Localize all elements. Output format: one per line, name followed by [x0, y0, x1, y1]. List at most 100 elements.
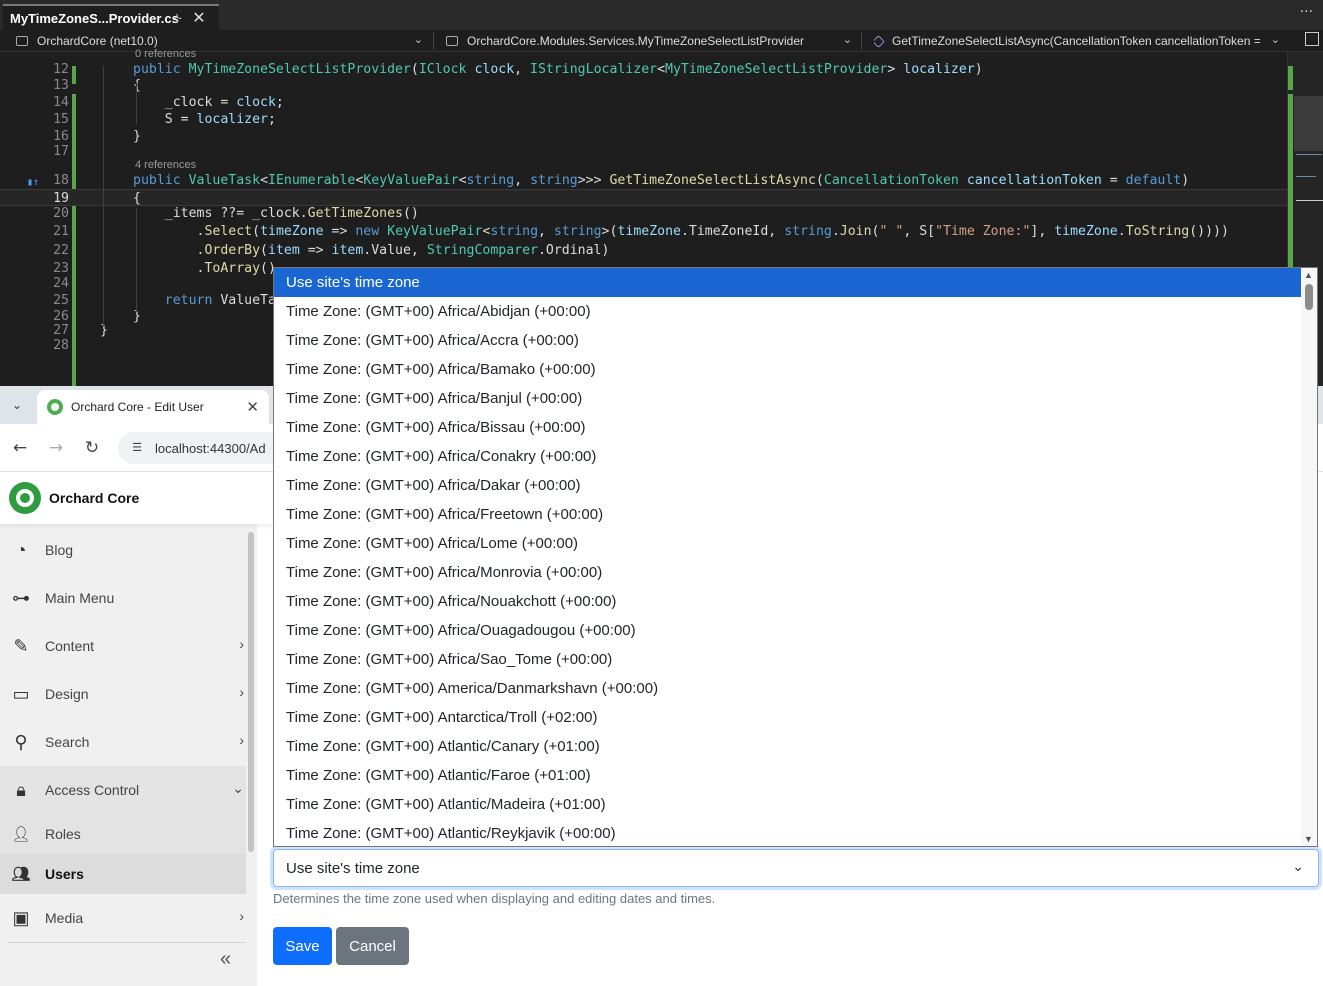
- back-icon[interactable]: ←: [8, 436, 32, 460]
- timezone-option[interactable]: Time Zone: (GMT+00) America/Danmarkshavn…: [274, 674, 1302, 703]
- sidebar-item-main-menu[interactable]: ⊶ Main Menu: [0, 574, 246, 622]
- timezone-option[interactable]: Time Zone: (GMT+00) Africa/Banjul (+00:0…: [274, 384, 1302, 413]
- code-line: 22 .OrderBy(item => item.Value, StringCo…: [53, 243, 610, 258]
- indent-guide: [136, 82, 137, 124]
- ide-tab-file[interactable]: MyTimeZoneS...Provider.cs ⊹ ✕: [3, 4, 219, 30]
- timezone-option[interactable]: Time Zone: (GMT+00) Africa/Ouagadougou (…: [274, 616, 1302, 645]
- codelens-references[interactable]: 4 references: [135, 159, 196, 171]
- chevron-right-icon: ›: [239, 636, 244, 652]
- sitemap-icon: ⊶: [12, 587, 30, 608]
- scroll-down-icon[interactable]: ▼: [1304, 834, 1313, 844]
- timezone-option[interactable]: Time Zone: (GMT+00) Atlantic/Reykjavik (…: [274, 819, 1302, 846]
- timezone-option[interactable]: Time Zone: (GMT+00) Africa/Conakry (+00:…: [274, 442, 1302, 471]
- codelens-references[interactable]: 0 references: [135, 48, 196, 60]
- code-line: 12 public MyTimeZoneSelectListProvider(IC…: [53, 62, 983, 77]
- timezone-options-list[interactable]: Use site's time zone Time Zone: (GMT+00)…: [273, 267, 1318, 847]
- chevron-down-icon: ⌄: [842, 34, 852, 46]
- admin-sidebar: ◔ Blog ⊶ Main Menu ✎ Content › ▭ Design …: [0, 524, 257, 986]
- timezone-option[interactable]: Time Zone: (GMT+00) Africa/Monrovia (+00…: [274, 558, 1302, 587]
- timezone-option[interactable]: Time Zone: (GMT+00) Africa/Bamako (+00:0…: [274, 355, 1302, 384]
- forward-icon[interactable]: →: [44, 436, 68, 460]
- lock-icon: 🔒︎: [16, 779, 26, 800]
- code-line: 14 _clock = clock;: [53, 95, 284, 110]
- tab-search-icon[interactable]: ⌄: [6, 394, 28, 416]
- chevron-down-icon: ⌄: [1292, 858, 1304, 874]
- code-line: ▮↑ 18 public ValueTask<IEnumerable<KeyValu…: [0, 172, 1287, 189]
- timezone-option[interactable]: Time Zone: (GMT+00) Africa/Lome (+00:00): [274, 529, 1302, 558]
- class-dropdown[interactable]: OrchardCore.Modules.Services.MyTimeZoneS…: [446, 30, 856, 52]
- user-shield-icon: 👤︎: [11, 826, 31, 843]
- sidebar-item-blog[interactable]: ◔ Blog: [0, 526, 246, 574]
- options-scrollbar[interactable]: ▲ ▼: [1301, 268, 1317, 846]
- sidebar-item-search[interactable]: ⚲ Search ›: [0, 718, 246, 766]
- timezone-option[interactable]: Time Zone: (GMT+00) Atlantic/Faroe (+01:…: [274, 761, 1302, 790]
- project-dropdown[interactable]: OrchardCore (net10.0) ⌄: [16, 30, 427, 52]
- timezone-select-value: Use site's time zone: [286, 859, 420, 877]
- timezone-option[interactable]: Time Zone: (GMT+00) Africa/Freetown (+00…: [274, 500, 1302, 529]
- sidebar-item-label: Users: [45, 866, 84, 882]
- timezone-option[interactable]: Time Zone: (GMT+00) Africa/Nouakchott (+…: [274, 587, 1302, 616]
- ide-tab-bar: MyTimeZoneS...Provider.cs ⊹ ✕ ···: [0, 0, 1323, 30]
- scrollbar-thumb[interactable]: [1305, 284, 1313, 310]
- chevron-right-icon: ›: [239, 908, 244, 924]
- search-icon: ⚲: [14, 731, 28, 752]
- timezone-hint: Determines the time zone used when displ…: [273, 891, 716, 906]
- site-info-icon[interactable]: ☰: [128, 439, 146, 457]
- timezone-option[interactable]: Use site's time zone: [274, 268, 1302, 297]
- cancel-button[interactable]: Cancel: [336, 927, 409, 965]
- scroll-up-icon[interactable]: ▲: [1304, 270, 1313, 280]
- sidebar-item-access-control[interactable]: 🔒︎ Access Control ⌄: [0, 766, 246, 814]
- collapse-sidebar-icon[interactable]: «: [220, 948, 231, 971]
- sidebar-item-label: Roles: [45, 826, 81, 842]
- reload-icon[interactable]: ↻: [80, 436, 104, 460]
- indent-guide: [103, 66, 104, 326]
- timezone-option[interactable]: Time Zone: (GMT+00) Africa/Sao_Tome (+00…: [274, 645, 1302, 674]
- sidebar-item-design[interactable]: ▭ Design ›: [0, 670, 246, 718]
- sidebar-item-users[interactable]: 👥︎ Users: [0, 854, 246, 894]
- timezone-option[interactable]: Time Zone: (GMT+00) Africa/Dakar (+00:00…: [274, 471, 1302, 500]
- sidebar-item-media[interactable]: ▣ Media ›: [0, 894, 246, 942]
- timezone-option[interactable]: Time Zone: (GMT+00) Africa/Bissau (+00:0…: [274, 413, 1302, 442]
- sidebar-item-label: Media: [45, 910, 84, 926]
- sidebar-item-label: Access Control: [45, 782, 140, 798]
- minimap-viewport[interactable]: [1294, 96, 1323, 151]
- timezone-option[interactable]: Time Zone: (GMT+00) Africa/Abidjan (+00:…: [274, 297, 1302, 326]
- close-icon[interactable]: ✕: [246, 398, 259, 416]
- brand-name[interactable]: Orchard Core: [49, 490, 139, 506]
- minimap-line: [1296, 176, 1316, 177]
- timezone-option[interactable]: Time Zone: (GMT+00) Atlantic/Canary (+01…: [274, 732, 1302, 761]
- admin-header: Orchard Core: [0, 472, 274, 524]
- member-label: GetTimeZoneSelectListAsync(CancellationT…: [892, 34, 1261, 48]
- code-line: 13{: [53, 78, 141, 93]
- minimap-line: [1296, 200, 1323, 201]
- scrollbar-thumb[interactable]: [248, 532, 254, 852]
- save-button[interactable]: Save: [273, 927, 332, 965]
- sidebar-item-content[interactable]: ✎ Content ›: [0, 622, 246, 670]
- users-icon: 👥︎: [11, 866, 31, 883]
- timezone-option[interactable]: Time Zone: (GMT+00) Antarctica/Troll (+0…: [274, 703, 1302, 732]
- sidebar-item-label: Design: [45, 686, 89, 702]
- ide-navigation-bar: OrchardCore (net10.0) ⌄ OrchardCore.Modu…: [0, 30, 1323, 52]
- code-line: 15 S = localizer;: [53, 112, 276, 127]
- close-icon[interactable]: ✕: [188, 8, 210, 28]
- split-editor-icon[interactable]: [1305, 32, 1319, 46]
- timezone-option[interactable]: Time Zone: (GMT+00) Atlantic/Madeira (+0…: [274, 790, 1302, 819]
- images-icon: ▣: [12, 907, 30, 928]
- sidebar-item-label: Search: [45, 734, 90, 750]
- more-tabs-icon[interactable]: ···: [1300, 4, 1313, 20]
- orchard-favicon-icon: [47, 399, 63, 415]
- edit-icon: ✎: [13, 635, 29, 656]
- pin-icon[interactable]: ⊹: [166, 11, 188, 25]
- timezone-select[interactable]: Use site's time zone ⌄: [273, 849, 1319, 887]
- sidebar-item-roles[interactable]: 👤︎ Roles: [0, 814, 246, 854]
- timezone-option[interactable]: Time Zone: (GMT+00) Africa/Accra (+00:00…: [274, 326, 1302, 355]
- orchard-logo-icon[interactable]: [9, 482, 41, 514]
- project-icon: [16, 36, 28, 46]
- method-icon: [874, 34, 885, 48]
- code-line: 17: [53, 144, 69, 159]
- sidebar-item-label: Blog: [45, 542, 74, 558]
- browser-tab[interactable]: Orchard Core - Edit User ✕: [37, 390, 269, 424]
- sidebar-scrollbar[interactable]: [247, 524, 255, 944]
- member-dropdown[interactable]: GetTimeZoneSelectListAsync(CancellationT…: [874, 30, 1284, 52]
- indent-guide: [136, 208, 137, 312]
